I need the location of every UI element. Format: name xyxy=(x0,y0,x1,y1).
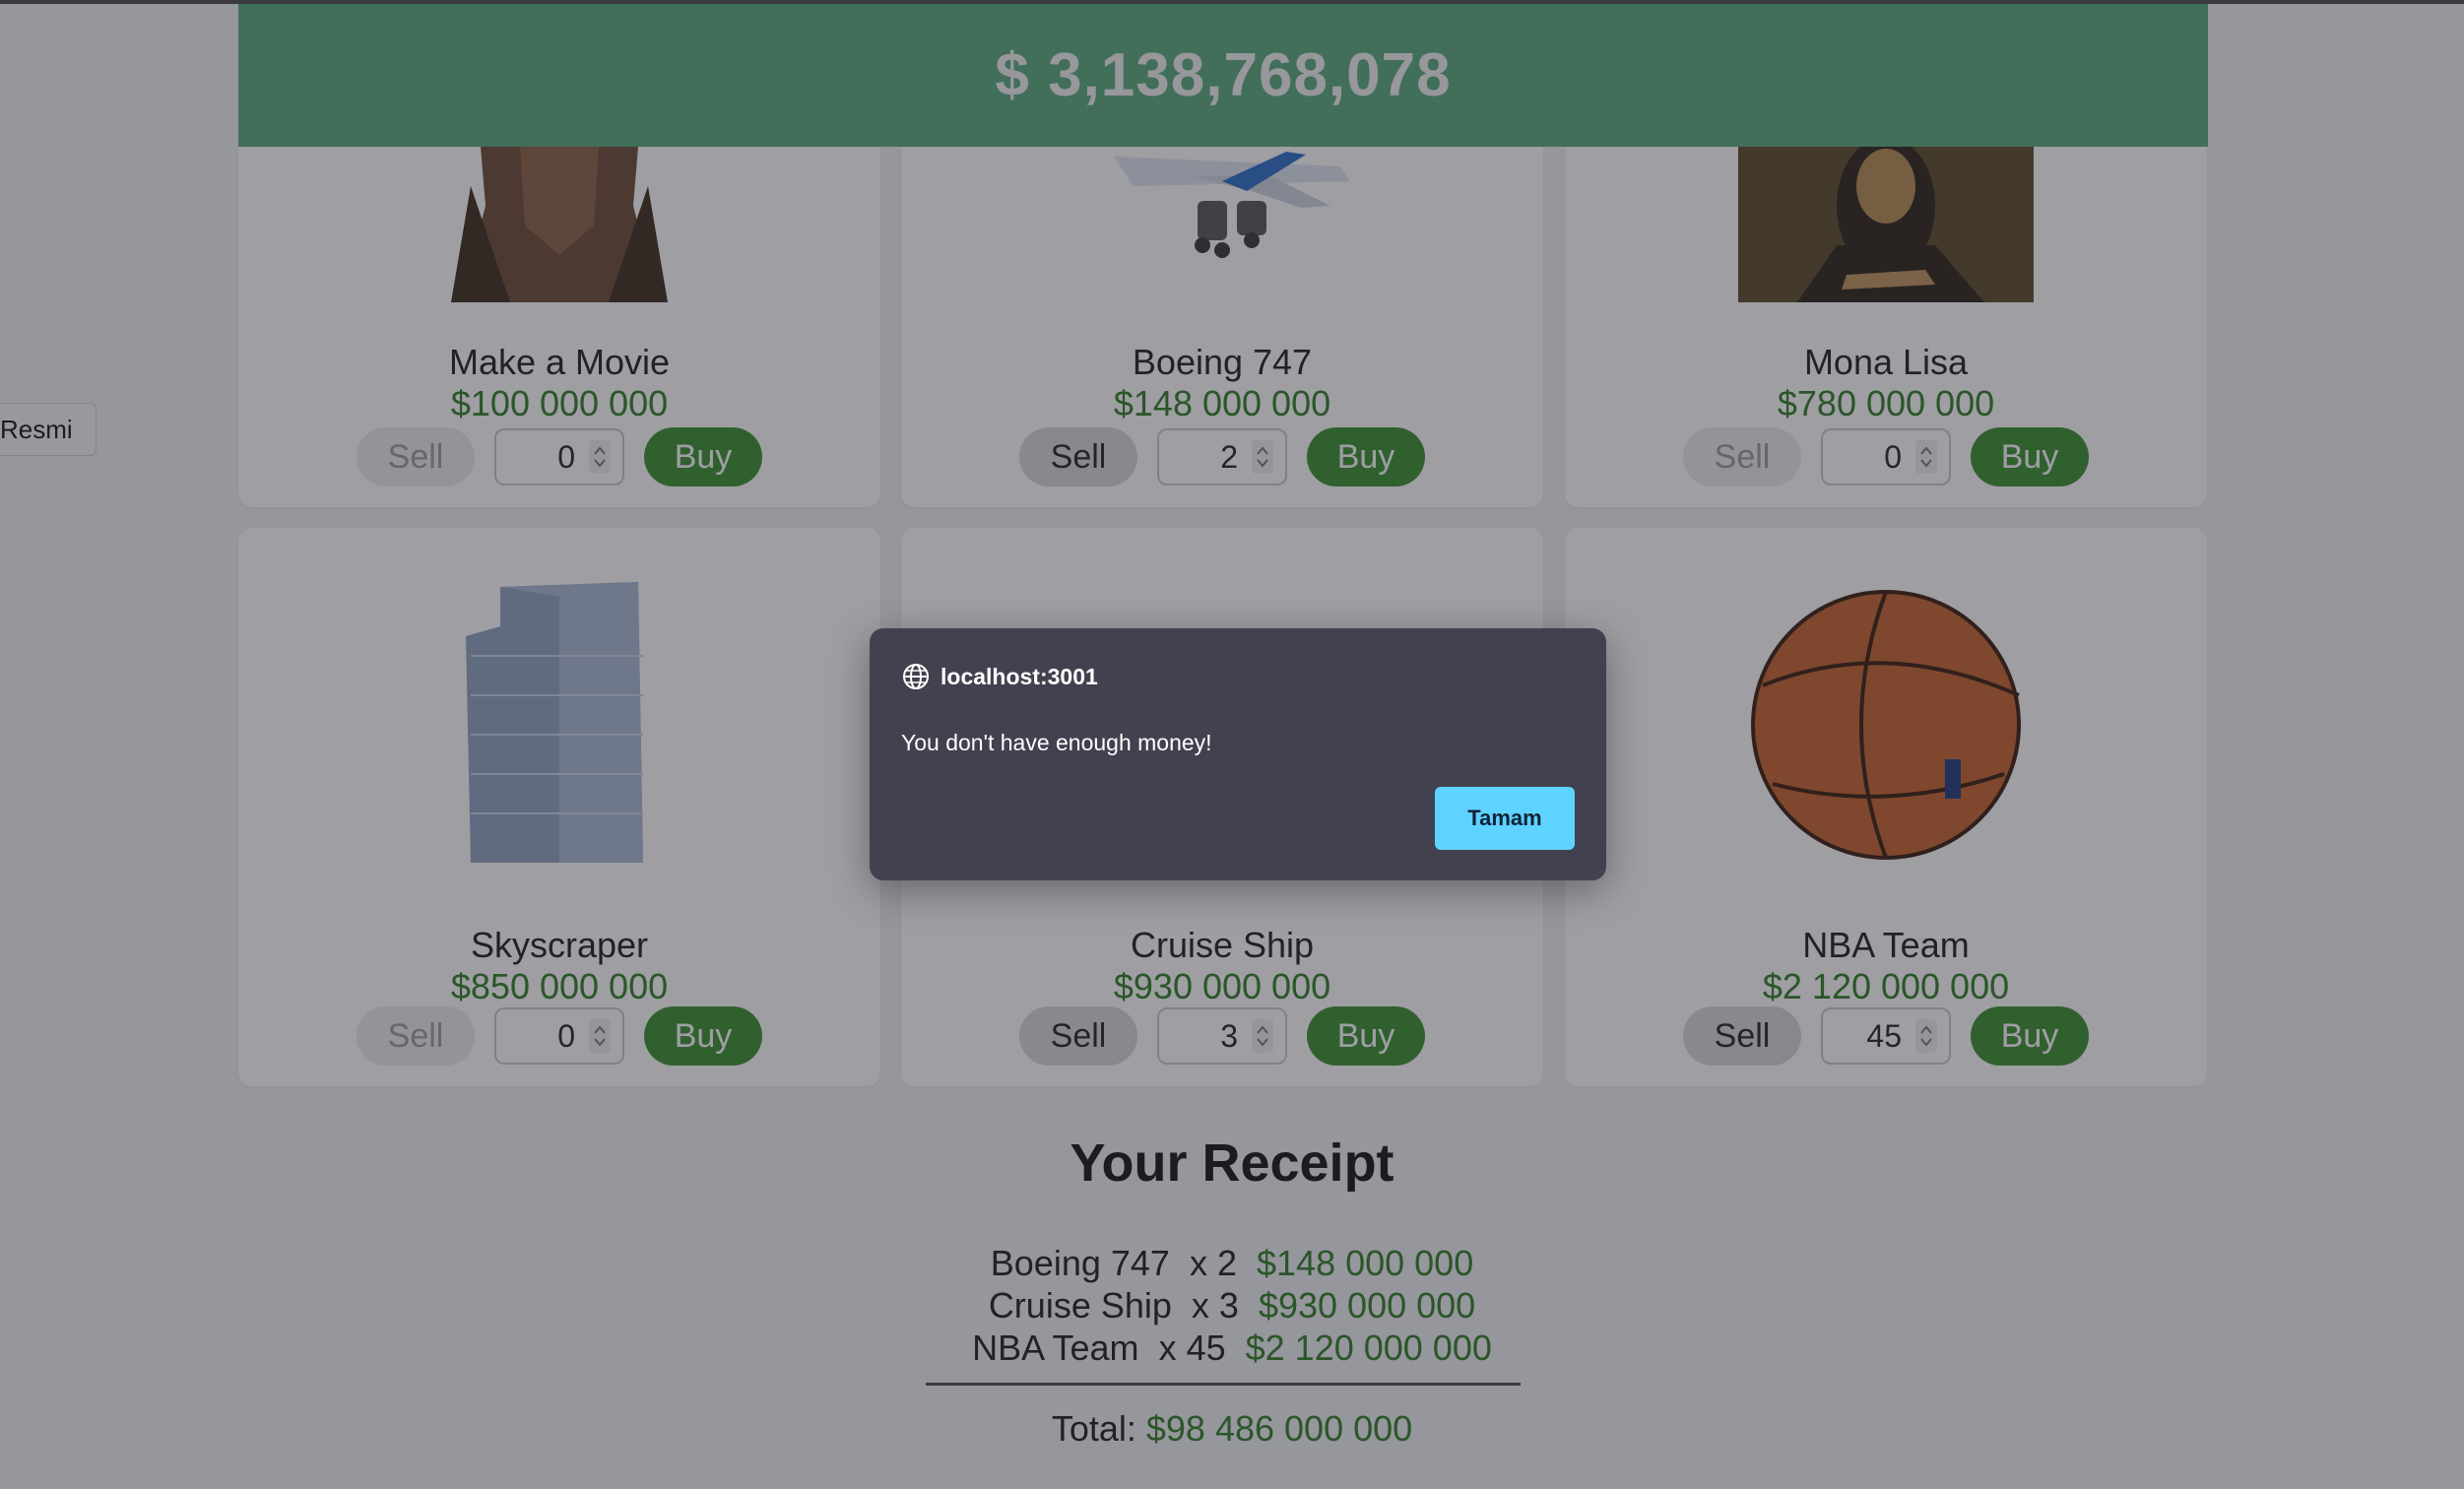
globe-icon xyxy=(903,664,929,689)
dialog-message: You don't have enough money! xyxy=(901,730,1212,755)
dialog-origin: localhost:3001 xyxy=(940,663,1098,689)
alert-dialog: localhost:3001 You don't have enough mon… xyxy=(870,628,1606,880)
dialog-ok-button[interactable]: Tamam xyxy=(1435,787,1575,850)
